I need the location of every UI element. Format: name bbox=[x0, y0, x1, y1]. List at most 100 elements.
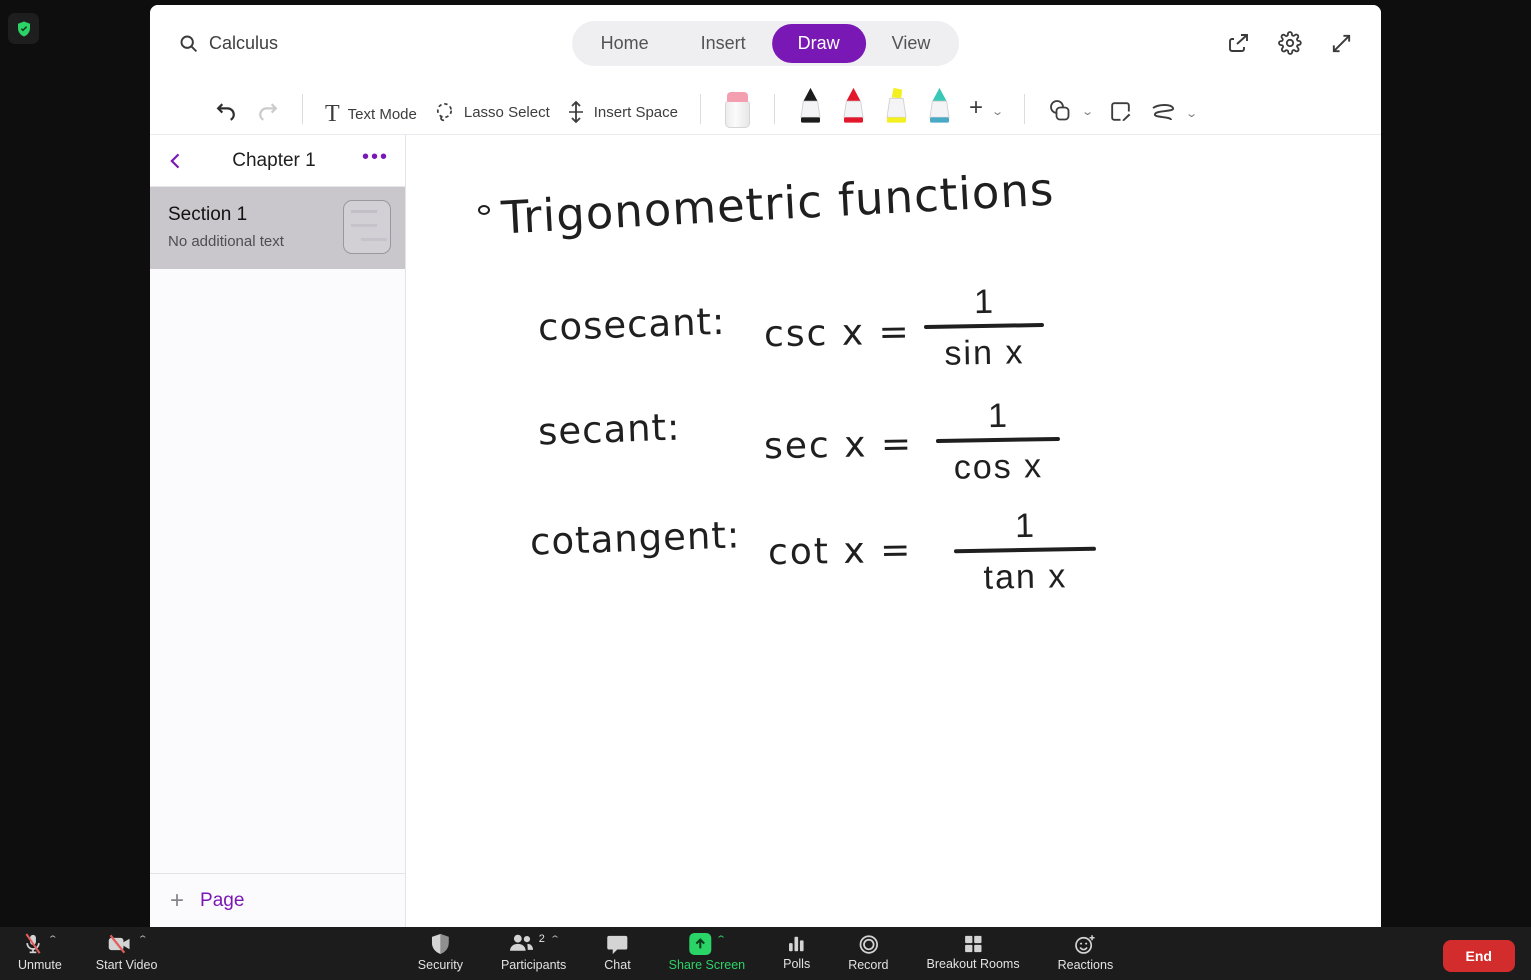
highlighter-yellow-tool[interactable] bbox=[883, 86, 910, 128]
participants-count: 2 bbox=[538, 933, 545, 945]
meeting-security-badge[interactable] bbox=[8, 13, 39, 44]
insert-space-label: Insert Space bbox=[593, 103, 678, 121]
fullscreen-expand-icon[interactable] bbox=[1330, 32, 1353, 55]
record-icon bbox=[858, 934, 879, 955]
back-chevron-icon[interactable] bbox=[166, 151, 186, 171]
formula-name: cotangent: bbox=[529, 513, 741, 564]
search-box[interactable]: Calculus bbox=[178, 33, 278, 54]
handwritten-title: Trigonometric functions bbox=[499, 162, 1056, 245]
text-mode-icon: T bbox=[325, 101, 340, 127]
camera-off-icon bbox=[107, 933, 133, 955]
zoom-meeting-toolbar: ⌃ Unmute ⌃ Start Video Security 2 ⌃ Part… bbox=[0, 927, 1531, 980]
share-icon[interactable] bbox=[1226, 31, 1250, 55]
tab-draw[interactable]: Draw bbox=[771, 23, 866, 63]
redo-button[interactable] bbox=[255, 99, 280, 128]
chevron-down-icon: ⌄ bbox=[1081, 105, 1095, 118]
polls-icon bbox=[787, 934, 807, 954]
more-options-icon[interactable]: ••• bbox=[362, 147, 389, 170]
reactions-smiley-icon bbox=[1074, 934, 1096, 955]
plus-icon: + bbox=[170, 886, 185, 914]
plus-icon: + bbox=[968, 94, 983, 121]
lasso-icon bbox=[433, 101, 456, 124]
chat-button[interactable]: Chat bbox=[604, 933, 631, 972]
text-mode-label: Text Mode bbox=[347, 105, 417, 123]
chat-bubble-icon bbox=[606, 934, 628, 955]
fraction-numerator: 1 bbox=[987, 396, 1008, 436]
chevron-up-icon[interactable]: ⌃ bbox=[47, 934, 58, 945]
drawing-canvas[interactable]: Trigonometric functions cosecant: csc x … bbox=[406, 135, 1381, 927]
notebook-sidebar: Chapter 1 ••• Section 1 No additional te… bbox=[150, 135, 406, 927]
shield-check-icon bbox=[15, 20, 33, 38]
lasso-select-label: Lasso Select bbox=[463, 104, 550, 121]
share-screen-button[interactable]: ⌃ Share Screen bbox=[669, 933, 745, 972]
chevron-up-icon[interactable]: ⌃ bbox=[549, 934, 560, 945]
fraction-denominator: sin x bbox=[944, 332, 1025, 373]
breakout-rooms-button[interactable]: Breakout Rooms bbox=[927, 933, 1020, 972]
formula-fraction: 1 sin x bbox=[923, 282, 1045, 374]
lasso-select-button[interactable]: Lasso Select bbox=[433, 101, 550, 128]
eraser-cap bbox=[726, 92, 748, 102]
ink-note-button[interactable] bbox=[1108, 99, 1133, 128]
formula-lhs: csc x = bbox=[763, 311, 912, 356]
sidebar-empty-area bbox=[150, 269, 405, 873]
record-button[interactable]: Record bbox=[848, 933, 889, 972]
tab-home[interactable]: Home bbox=[575, 24, 675, 63]
chapter-title: Chapter 1 bbox=[232, 149, 316, 171]
breakout-rooms-label: Breakout Rooms bbox=[926, 957, 1020, 971]
reactions-label: Reactions bbox=[1057, 957, 1114, 972]
settings-gear-icon[interactable] bbox=[1278, 31, 1302, 55]
start-video-button[interactable]: ⌃ Start Video bbox=[96, 933, 158, 972]
chevron-up-icon[interactable]: ⌃ bbox=[137, 934, 148, 945]
toolbar-center-group: Security 2 ⌃ Participants Chat ⌃ Share S… bbox=[418, 933, 1113, 972]
polls-label: Polls bbox=[783, 957, 811, 971]
participants-button[interactable]: 2 ⌃ Participants bbox=[501, 933, 566, 972]
undo-button[interactable] bbox=[214, 99, 239, 128]
ink-to-shape-button[interactable]: ⌄ bbox=[1149, 102, 1199, 128]
workarea: Chapter 1 ••• Section 1 No additional te… bbox=[150, 135, 1381, 927]
breakout-grid-icon bbox=[963, 934, 983, 954]
handwritten-bullet bbox=[478, 205, 490, 215]
fraction-denominator: cos x bbox=[953, 446, 1044, 487]
section-subtitle: No additional text bbox=[168, 233, 284, 250]
formula-name: cosecant: bbox=[537, 299, 727, 350]
chevron-up-icon[interactable]: ⌃ bbox=[715, 934, 726, 945]
polls-button[interactable]: Polls bbox=[783, 933, 810, 972]
onenote-window: Calculus Home Insert Draw View T Text Mo… bbox=[150, 5, 1381, 927]
formula-fraction: 1 tan x bbox=[953, 506, 1097, 598]
insert-space-icon bbox=[566, 100, 586, 124]
pen-red-tool[interactable] bbox=[840, 86, 867, 128]
ribbon-divider bbox=[1024, 94, 1026, 124]
ribbon-divider bbox=[699, 94, 701, 124]
security-button[interactable]: Security bbox=[418, 933, 463, 972]
chevron-down-icon: ⌄ bbox=[991, 105, 1005, 118]
formula-lhs: cot x = bbox=[767, 529, 913, 574]
insert-space-button[interactable]: Insert Space bbox=[566, 100, 678, 128]
pen-black-tool[interactable] bbox=[797, 86, 824, 128]
share-screen-label: Share Screen bbox=[668, 958, 746, 972]
chat-label: Chat bbox=[604, 957, 631, 972]
reactions-button[interactable]: Reactions bbox=[1057, 933, 1114, 972]
add-page-label: Page bbox=[200, 889, 245, 911]
add-page-button[interactable]: + Page bbox=[150, 873, 405, 927]
mic-muted-icon bbox=[23, 933, 43, 955]
scribble-icon bbox=[1149, 102, 1177, 124]
tab-insert[interactable]: Insert bbox=[675, 24, 772, 63]
shapes-button[interactable]: ⌄ bbox=[1047, 98, 1095, 128]
start-video-label: Start Video bbox=[95, 958, 158, 972]
tab-view[interactable]: View bbox=[866, 24, 957, 63]
participants-label: Participants bbox=[500, 958, 567, 972]
shapes-icon bbox=[1047, 98, 1073, 124]
add-pen-button[interactable]: + ⌄ bbox=[968, 94, 1005, 128]
section-list-item[interactable]: Section 1 No additional text bbox=[150, 187, 405, 269]
eraser-tool[interactable] bbox=[724, 92, 750, 128]
unmute-label: Unmute bbox=[18, 958, 62, 972]
end-meeting-button[interactable]: End bbox=[1442, 940, 1515, 972]
sidebar-header: Chapter 1 ••• bbox=[150, 135, 405, 187]
formula-fraction: 1 cos x bbox=[935, 396, 1061, 488]
eraser-body bbox=[724, 101, 750, 128]
text-mode-button[interactable]: T Text Mode bbox=[325, 101, 417, 128]
participants-icon bbox=[509, 933, 535, 953]
unmute-button[interactable]: ⌃ Unmute bbox=[18, 933, 62, 972]
pen-teal-tool[interactable] bbox=[926, 86, 953, 128]
search-query: Calculus bbox=[209, 32, 279, 53]
